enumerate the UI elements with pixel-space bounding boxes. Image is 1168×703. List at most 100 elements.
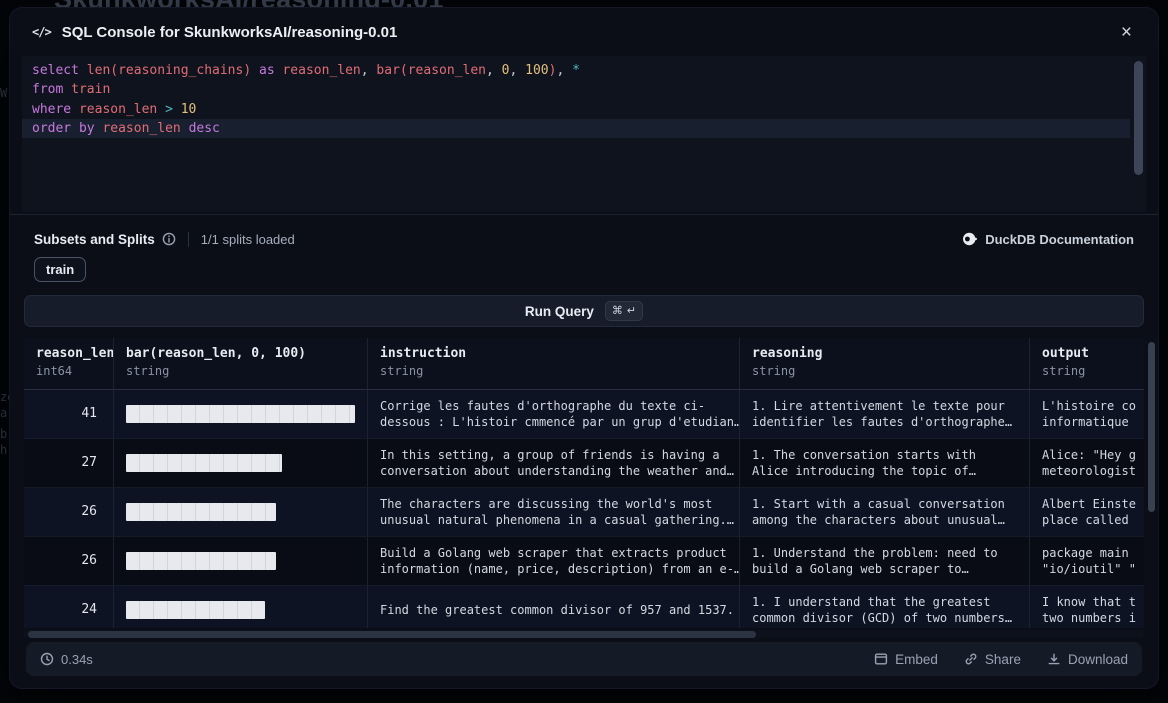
footer-bar: 0.34s Embed Share <box>26 642 1142 676</box>
embed-button[interactable]: Embed <box>874 652 938 667</box>
column-type: int64 <box>36 364 101 378</box>
sql-line: where reason_len > 10 <box>22 100 1146 119</box>
column-type: string <box>126 364 355 378</box>
subsets-title: Subsets and Splits <box>34 232 155 247</box>
cell-reason-len: 41 <box>24 390 114 438</box>
sql-console-modal: </> SQL Console for SkunkworksAI/reasoni… <box>10 8 1158 688</box>
table-horizontal-scrollbar[interactable] <box>28 631 756 638</box>
cmd-key-icon: ⌘ <box>612 304 623 318</box>
cell-output: Alice: "Hey g meteorologist <box>1030 439 1144 487</box>
share-link-icon <box>964 652 978 666</box>
cell-reasoning: 1. I understand that the greatest common… <box>740 586 1030 628</box>
cell-reasoning: 1. Understand the problem: need to build… <box>740 537 1030 585</box>
table-row: 26 Build a Golang web scraper that extrac… <box>24 537 1144 586</box>
query-duration-value: 0.34s <box>61 652 93 667</box>
share-button[interactable]: Share <box>964 652 1021 667</box>
cell-reason-len: 26 <box>24 537 114 585</box>
bar-glyph <box>126 601 265 619</box>
duckdb-documentation-link[interactable]: DuckDB Documentation <box>962 231 1134 247</box>
share-label: Share <box>985 652 1021 667</box>
cell-bar <box>114 537 368 585</box>
cell-output: L'histoire co informatique <box>1030 390 1144 438</box>
vertical-separator <box>188 232 189 247</box>
cell-output: Albert Einste place called <box>1030 488 1144 536</box>
background-text-fragment: a <box>0 406 7 420</box>
duckdb-documentation-label: DuckDB Documentation <box>985 232 1134 247</box>
split-pill-train[interactable]: train <box>34 257 86 282</box>
cell-reasoning: 1. The conversation starts with Alice in… <box>740 439 1030 487</box>
cell-reasoning: 1. Start with a casual conversation amon… <box>740 488 1030 536</box>
run-query-label: Run Query <box>525 304 594 319</box>
keyboard-shortcut-badge: ⌘ ↵ <box>605 301 643 321</box>
bar-glyph <box>126 454 282 472</box>
enter-key-icon: ↵ <box>627 304 636 318</box>
cell-output: package main "io/ioutil" " <box>1030 537 1144 585</box>
editor-scrollbar[interactable] <box>1134 61 1143 175</box>
column-type: string <box>380 364 727 378</box>
column-name: output <box>1042 346 1132 361</box>
table-horizontal-scrollbar-track <box>24 630 1144 638</box>
table-body: 41 Corrige les fautes d'orthographe du te… <box>24 390 1144 628</box>
column-header-instruction: instruction string <box>368 338 740 389</box>
footer-actions: Embed Share Download <box>874 652 1128 667</box>
download-label: Download <box>1068 652 1128 667</box>
modal-header: </> SQL Console for SkunkworksAI/reasoni… <box>10 8 1158 56</box>
background-text-fragment: W <box>0 86 7 100</box>
table-row: 27 In this setting, a group of friends is… <box>24 439 1144 488</box>
cell-output: I know that t two numbers i <box>1030 586 1144 628</box>
column-name: reasoning <box>752 346 1017 361</box>
cell-bar <box>114 390 368 438</box>
table-header-row: reason_len int64 bar(reason_len, 0, 100) st… <box>24 338 1144 390</box>
splits-loaded-status: 1/1 splits loaded <box>201 232 295 247</box>
cell-instruction: In this setting, a group of friends is h… <box>368 439 740 487</box>
cell-instruction: Build a Golang web scraper that extracts… <box>368 537 740 585</box>
column-header-reasoning: reasoning string <box>740 338 1030 389</box>
cell-reason-len: 27 <box>24 439 114 487</box>
column-name: bar(reason_len, 0, 100) <box>126 346 355 361</box>
bar-glyph <box>126 552 276 570</box>
cell-reasoning: 1. Lire attentivement le texte pour iden… <box>740 390 1030 438</box>
query-duration: 0.34s <box>40 652 93 667</box>
column-type: string <box>752 364 1017 378</box>
column-header-bar-reason-len-0-100-: bar(reason_len, 0, 100) string <box>114 338 368 389</box>
subsets-section: Subsets and Splits 1/1 splits loaded Duc… <box>34 229 1134 249</box>
column-name: reason_len <box>36 346 101 361</box>
bar-glyph <box>126 405 355 423</box>
modal-title: SQL Console for SkunkworksAI/reasoning-0… <box>62 24 398 41</box>
download-icon <box>1047 652 1061 666</box>
sql-line: select len(reasoning_chains) as reason_l… <box>22 61 1146 80</box>
download-button[interactable]: Download <box>1047 652 1128 667</box>
background-text-fragment: b <box>0 427 7 441</box>
cell-bar <box>114 439 368 487</box>
table-vertical-scrollbar[interactable] <box>1148 342 1155 512</box>
table-row: 26The characters are discussing the worl… <box>24 488 1144 537</box>
sql-editor[interactable]: select len(reasoning_chains) as reason_l… <box>22 56 1146 212</box>
run-query-button[interactable]: Run Query ⌘ ↵ <box>24 295 1144 327</box>
embed-label: Embed <box>895 652 938 667</box>
divider <box>10 214 1158 215</box>
column-header-output: output string <box>1030 338 1144 389</box>
background-text-fragment: h <box>0 443 7 457</box>
column-header-reason-len: reason_len int64 <box>24 338 114 389</box>
column-type: string <box>1042 364 1132 378</box>
results-table: reason_len int64 bar(reason_len, 0, 100) st… <box>24 338 1144 628</box>
info-icon[interactable] <box>162 232 176 246</box>
code-icon: </> <box>32 25 51 39</box>
clock-icon <box>40 652 54 666</box>
cell-instruction: Corrige les fautes d'orthographe du text… <box>368 390 740 438</box>
embed-icon <box>874 652 888 666</box>
cell-bar <box>114 488 368 536</box>
close-icon[interactable]: × <box>1117 21 1136 44</box>
duckdb-logo-icon <box>962 231 978 247</box>
sql-line-active: order by reason_len desc <box>22 119 1130 138</box>
cell-instruction: Find the greatest common divisor of 957 … <box>368 586 740 628</box>
cell-instruction: The characters are discussing the world'… <box>368 488 740 536</box>
splits-row: train <box>34 257 1134 282</box>
table-row: 24 Find the greatest common divisor of 95… <box>24 586 1144 628</box>
table-row: 41 Corrige les fautes d'orthographe du te… <box>24 390 1144 439</box>
sql-line: from train <box>22 80 1146 99</box>
sql-code: select len(reasoning_chains) as reason_l… <box>22 61 1146 138</box>
cell-reason-len: 24 <box>24 586 114 628</box>
column-name: instruction <box>380 346 727 361</box>
bar-glyph <box>126 503 276 521</box>
